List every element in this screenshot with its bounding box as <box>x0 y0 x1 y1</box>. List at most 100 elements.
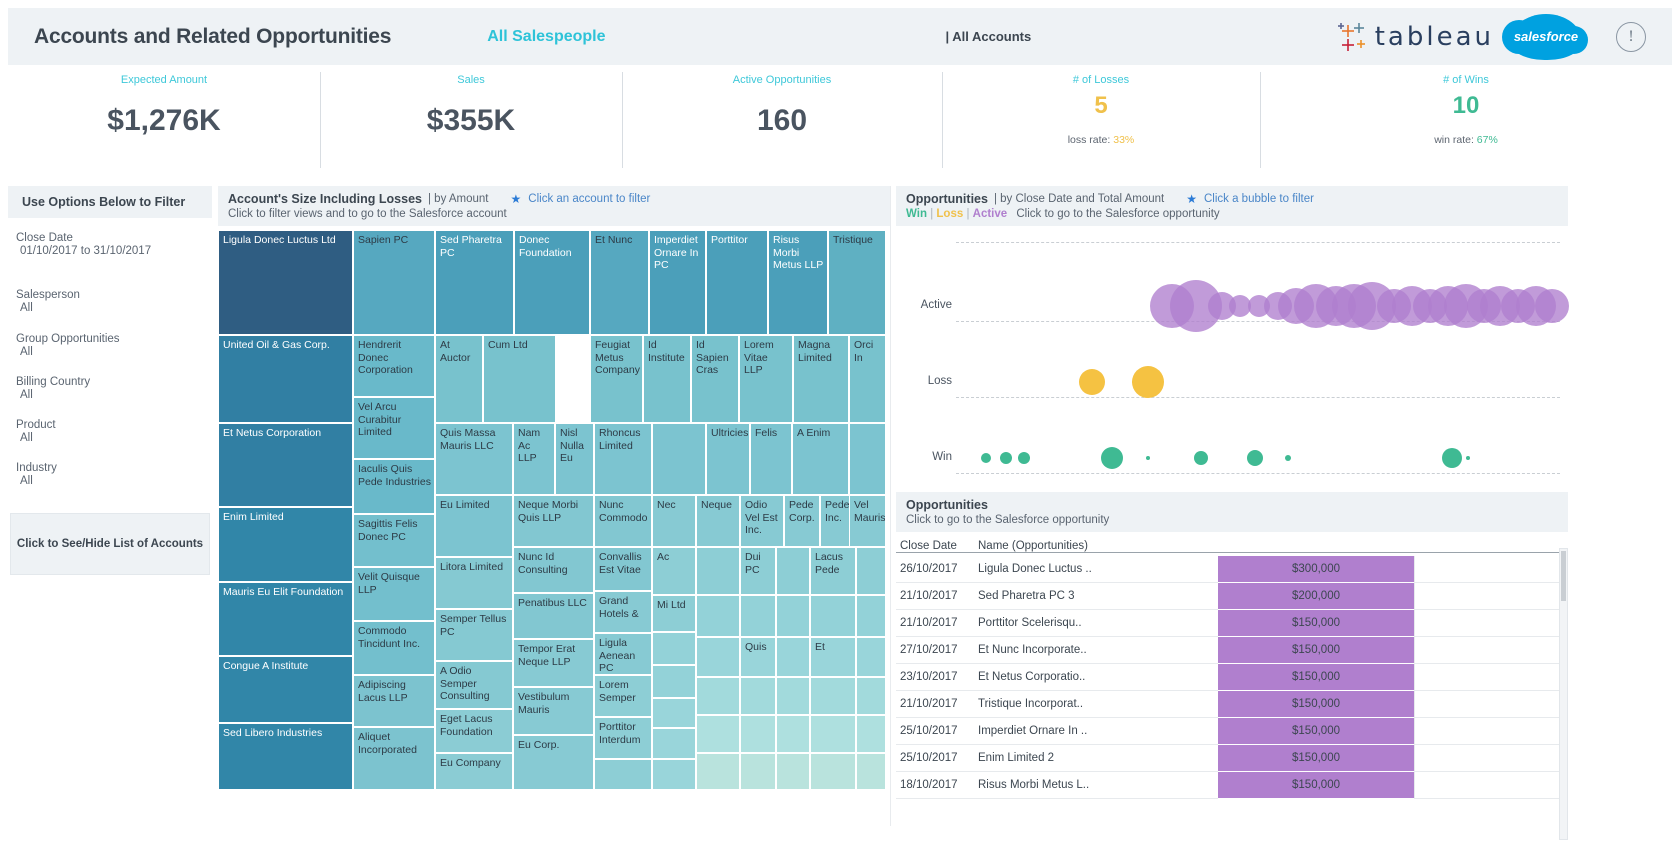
bubble-point[interactable] <box>1146 456 1150 460</box>
cell-amount-bar[interactable]: $150,000 <box>1218 745 1414 772</box>
treemap-cell[interactable]: Eu Corp. <box>513 735 594 790</box>
treemap-cell[interactable]: Mauris Eu Elit Foundation <box>218 582 353 656</box>
treemap-cell[interactable]: Grand Hotels & <box>594 591 652 633</box>
table-scrollbar[interactable] <box>1559 548 1568 840</box>
treemap-cell[interactable] <box>652 698 696 728</box>
treemap-cell[interactable] <box>652 423 706 495</box>
filter-industry[interactable]: Industry All <box>8 462 212 487</box>
treemap-cell[interactable]: Dui PC <box>740 547 776 595</box>
treemap-cell[interactable]: Vel Mauris <box>849 495 886 547</box>
treemap-cell[interactable] <box>652 759 696 790</box>
treemap-cell[interactable] <box>776 677 810 715</box>
table-row[interactable]: 26/10/2017 Ligula Donec Luctus .. $300,000 <box>896 556 1564 583</box>
treemap-cell[interactable]: Eu Limited <box>435 495 513 557</box>
treemap-cell[interactable]: Convallis Est Vitae <box>594 547 652 591</box>
treemap-cell[interactable] <box>856 753 886 790</box>
cell-opportunity-name[interactable]: Et Netus Corporatio.. <box>978 664 1218 691</box>
bubble-point[interactable] <box>1466 456 1470 460</box>
treemap-cell[interactable]: Quis Massa Mauris LLC <box>435 423 513 495</box>
treemap-cell[interactable]: Semper Tellus PC <box>435 609 513 661</box>
bubble-point[interactable] <box>1018 452 1030 464</box>
cell-amount-bar[interactable]: $300,000 <box>1218 556 1414 583</box>
bubble-point[interactable] <box>1079 369 1105 395</box>
treemap-cell[interactable] <box>776 595 810 637</box>
treemap-cell[interactable]: Velit Quisque LLP <box>353 567 435 621</box>
treemap-cell[interactable]: Hendrerit Donec Corporation <box>353 335 435 397</box>
treemap-cell[interactable]: Tristique <box>828 230 886 335</box>
scrollbar-thumb[interactable] <box>1561 551 1566 601</box>
treemap-cell[interactable]: Quis <box>740 637 776 677</box>
cell-amount-bar[interactable]: $150,000 <box>1218 772 1414 799</box>
bubble-point[interactable] <box>1247 450 1263 466</box>
treemap-cell[interactable]: Ultricies <box>706 423 750 495</box>
treemap-cell[interactable]: Et Nunc <box>590 230 649 335</box>
treemap-cell[interactable]: Id Institute <box>643 335 691 423</box>
treemap-cell[interactable]: Lacus Pede <box>810 547 856 595</box>
treemap-cell[interactable] <box>652 728 696 759</box>
treemap-cell[interactable] <box>849 423 886 495</box>
treemap-cell[interactable]: Eu Company <box>435 753 513 790</box>
treemap-cell[interactable]: Sapien PC <box>353 230 435 335</box>
cell-opportunity-name[interactable]: Et Nunc Incorporate.. <box>978 637 1218 664</box>
legend-active[interactable]: Active <box>973 208 1008 220</box>
cell-opportunity-name[interactable]: Enim Limited 2 <box>978 745 1218 772</box>
filter-close-date[interactable]: Close Date 01/10/2017 to 31/10/2017 <box>8 232 212 257</box>
treemap-cell[interactable] <box>776 753 810 790</box>
filter-group-opportunities[interactable]: Group Opportunities All <box>8 333 212 358</box>
treemap-cta-link[interactable]: Click an account to filter <box>528 193 650 205</box>
treemap-cell[interactable]: Vel Arcu Curabitur Limited <box>353 397 435 459</box>
info-icon[interactable]: ! <box>1616 21 1646 52</box>
treemap-cell[interactable]: Rhoncus Limited <box>594 423 652 495</box>
filter-value[interactable]: All <box>16 389 212 401</box>
cell-opportunity-name[interactable]: Imperdiet Ornare In .. <box>978 718 1218 745</box>
table-row[interactable]: 23/10/2017 Et Netus Corporatio.. $150,000 <box>896 664 1564 691</box>
bubble-point[interactable] <box>1442 448 1462 468</box>
treemap-cell[interactable]: A Enim <box>792 423 849 495</box>
treemap-cell[interactable] <box>696 753 740 790</box>
bubble-point[interactable] <box>1285 455 1291 461</box>
treemap-cell[interactable] <box>652 632 696 665</box>
legend-loss[interactable]: Loss <box>936 208 963 220</box>
treemap-cell[interactable]: Nec <box>652 495 696 547</box>
treemap-cell[interactable]: Donec Foundation <box>514 230 590 335</box>
table-row[interactable]: 27/10/2017 Et Nunc Incorporate.. $150,000 <box>896 637 1564 664</box>
treemap-cell[interactable]: Orci In <box>849 335 886 423</box>
treemap-cell[interactable]: Aliquet Incorporated <box>353 727 435 790</box>
treemap-cell[interactable]: Cum Ltd <box>483 335 556 423</box>
treemap-cell[interactable]: Neque Morbi Quis LLP <box>513 495 594 547</box>
treemap-cell[interactable]: Nunc Commodo <box>594 495 652 547</box>
treemap-cell[interactable]: Eget Lacus Foundation <box>435 709 513 753</box>
treemap-chart[interactable]: Ligula Donec Luctus Ltd United Oil & Gas … <box>218 230 886 790</box>
treemap-cell[interactable] <box>696 595 740 637</box>
treemap-cell[interactable]: Iaculis Quis Pede Industries <box>353 459 435 514</box>
filter-value[interactable]: All <box>16 302 212 314</box>
treemap-cell[interactable]: Porttitor <box>706 230 768 335</box>
bubble-point[interactable] <box>1132 366 1164 398</box>
treemap-cell[interactable]: Magna Limited <box>793 335 849 423</box>
treemap-cell[interactable]: Nisl Nulla Eu <box>555 423 594 495</box>
treemap-cell[interactable]: Pede Corp. <box>784 495 820 547</box>
legend-win[interactable]: Win <box>906 208 927 220</box>
treemap-cell[interactable]: Et Netus Corporation <box>218 423 353 507</box>
cell-opportunity-name[interactable]: Porttitor Scelerisqu.. <box>978 610 1218 637</box>
cell-amount-bar[interactable]: $150,000 <box>1218 718 1414 745</box>
filter-billing-country[interactable]: Billing Country All <box>8 376 212 401</box>
treemap-cell[interactable]: Lorem Semper <box>594 675 652 717</box>
treemap-cell[interactable]: Porttitor Interdum <box>594 717 652 759</box>
treemap-cell[interactable] <box>810 595 856 637</box>
cell-amount-bar[interactable]: $150,000 <box>1218 610 1414 637</box>
treemap-cell[interactable] <box>740 715 776 753</box>
treemap-cell[interactable]: Ligula Donec Luctus Ltd <box>218 230 353 335</box>
treemap-cell[interactable]: Et <box>810 637 856 677</box>
treemap-cell[interactable]: Odio Vel Est Inc. <box>740 495 784 547</box>
treemap-cell[interactable]: Congue A Institute <box>218 656 353 723</box>
accounts-filter-link[interactable]: | All Accounts <box>946 29 1032 44</box>
treemap-cell[interactable] <box>810 677 856 715</box>
treemap-cell[interactable]: Enim Limited <box>218 507 353 582</box>
treemap-cell[interactable]: Feugiat Metus Company <box>590 335 643 423</box>
treemap-cell[interactable]: Commodo Tincidunt Inc. <box>353 621 435 675</box>
treemap-cell[interactable] <box>776 637 810 677</box>
treemap-cell[interactable]: Vestibulum Mauris <box>513 687 594 735</box>
treemap-cell[interactable]: Penatibus LLC <box>513 593 594 639</box>
treemap-cell[interactable]: Sed Libero Industries <box>218 723 353 790</box>
